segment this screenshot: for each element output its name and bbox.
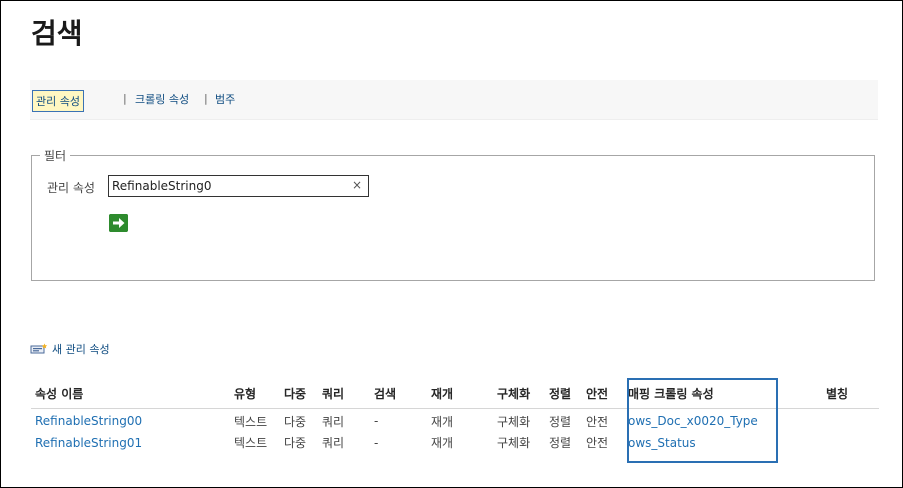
- subnav-crawled-properties[interactable]: 크롤링 속성: [135, 91, 189, 107]
- column-header-retrieve[interactable]: 재개: [427, 379, 493, 409]
- cell-type: 텍스트: [234, 414, 268, 429]
- column-header-query[interactable]: 쿼리: [318, 379, 370, 409]
- subnav-managed-properties[interactable]: 관리 속성: [32, 90, 84, 112]
- cell-sort: 정렬: [549, 414, 572, 429]
- green-arrow-right-icon: [109, 214, 128, 232]
- new-managed-property-link[interactable]: 새 관리 속성: [30, 341, 110, 357]
- cell-safe: 안전: [586, 436, 609, 450]
- managed-property-filter-input[interactable]: [108, 175, 369, 197]
- cell-retrieve: 재개: [431, 414, 454, 429]
- cell-safe: 안전: [586, 414, 609, 429]
- table-row: RefinableString01 텍스트 다중 쿼리 - 재개 구체화 정렬 …: [31, 431, 879, 454]
- column-header-mapped-crawled[interactable]: 매핑 크롤링 속성: [624, 379, 780, 409]
- mapped-crawled-property-link[interactable]: ows_Status: [628, 436, 696, 450]
- table-row: RefinableString00 텍스트 다중 쿼리 - 재개 구체화 정렬 …: [31, 408, 879, 431]
- column-header-sort[interactable]: 정렬: [545, 379, 582, 409]
- property-name-link[interactable]: RefinableString00: [35, 414, 142, 428]
- cell-search: -: [374, 435, 379, 450]
- cell-alias: [780, 431, 879, 454]
- sub-navigation: 관리 속성 | 크롤링 속성 | 범주: [30, 80, 878, 120]
- cell-multi: 다중: [284, 414, 307, 429]
- column-header-search[interactable]: 검색: [370, 379, 427, 409]
- column-header-refine[interactable]: 구체화: [493, 379, 545, 409]
- cell-multi: 다중: [284, 436, 307, 450]
- column-header-type[interactable]: 유형: [230, 379, 280, 409]
- cell-query: 쿼리: [322, 436, 345, 450]
- new-managed-property-label: 새 관리 속성: [52, 343, 110, 356]
- column-header-name[interactable]: 속성 이름: [31, 379, 230, 409]
- property-name-link[interactable]: RefinableString01: [35, 436, 142, 450]
- managed-properties-table: 속성 이름 유형 다중 쿼리 검색 재개 구체화 정렬 안전 매핑 크롤링 속성…: [31, 379, 879, 454]
- cell-search: -: [374, 414, 379, 429]
- column-header-safe[interactable]: 안전: [582, 379, 624, 409]
- cell-sort: 정렬: [549, 436, 572, 450]
- filter-group: 필터: [31, 147, 875, 281]
- clear-icon[interactable]: ×: [352, 178, 362, 192]
- subnav-categories[interactable]: 범주: [215, 91, 235, 107]
- filter-field-label: 관리 속성: [47, 181, 95, 195]
- page-title: 검색: [31, 17, 83, 50]
- new-item-icon: [30, 343, 48, 354]
- cell-alias: [780, 408, 879, 431]
- cell-refine: 구체화: [497, 414, 531, 429]
- cell-query: 쿼리: [322, 414, 345, 429]
- cell-type: 텍스트: [234, 436, 268, 450]
- column-header-alias[interactable]: 별칭: [780, 379, 879, 409]
- go-arrow-button[interactable]: [109, 214, 128, 232]
- cell-retrieve: 재개: [431, 436, 454, 450]
- filter-legend: 필터: [44, 149, 67, 163]
- subnav-separator: |: [123, 92, 127, 105]
- table-header-row: 속성 이름 유형 다중 쿼리 검색 재개 구체화 정렬 안전 매핑 크롤링 속성…: [31, 379, 879, 409]
- subnav-separator: |: [204, 92, 208, 105]
- cell-refine: 구체화: [497, 436, 531, 450]
- column-header-multi[interactable]: 다중: [280, 379, 318, 409]
- mapped-crawled-property-link[interactable]: ows_Doc_x0020_Type: [628, 414, 758, 428]
